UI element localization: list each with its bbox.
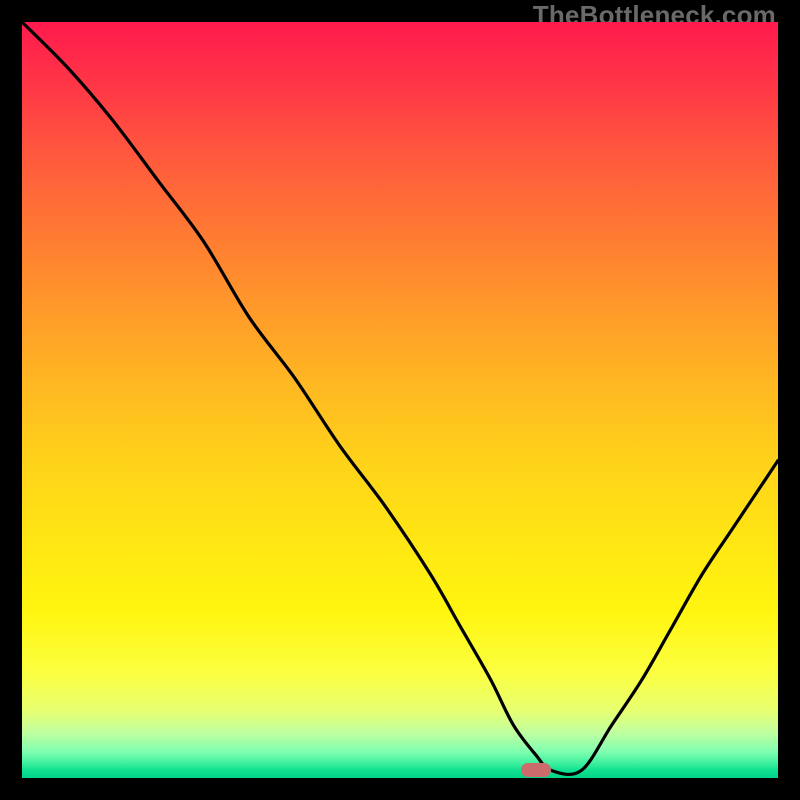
curve-path — [22, 22, 778, 774]
plot-area — [22, 22, 778, 778]
optimal-marker — [521, 763, 551, 777]
bottleneck-curve — [22, 22, 778, 778]
